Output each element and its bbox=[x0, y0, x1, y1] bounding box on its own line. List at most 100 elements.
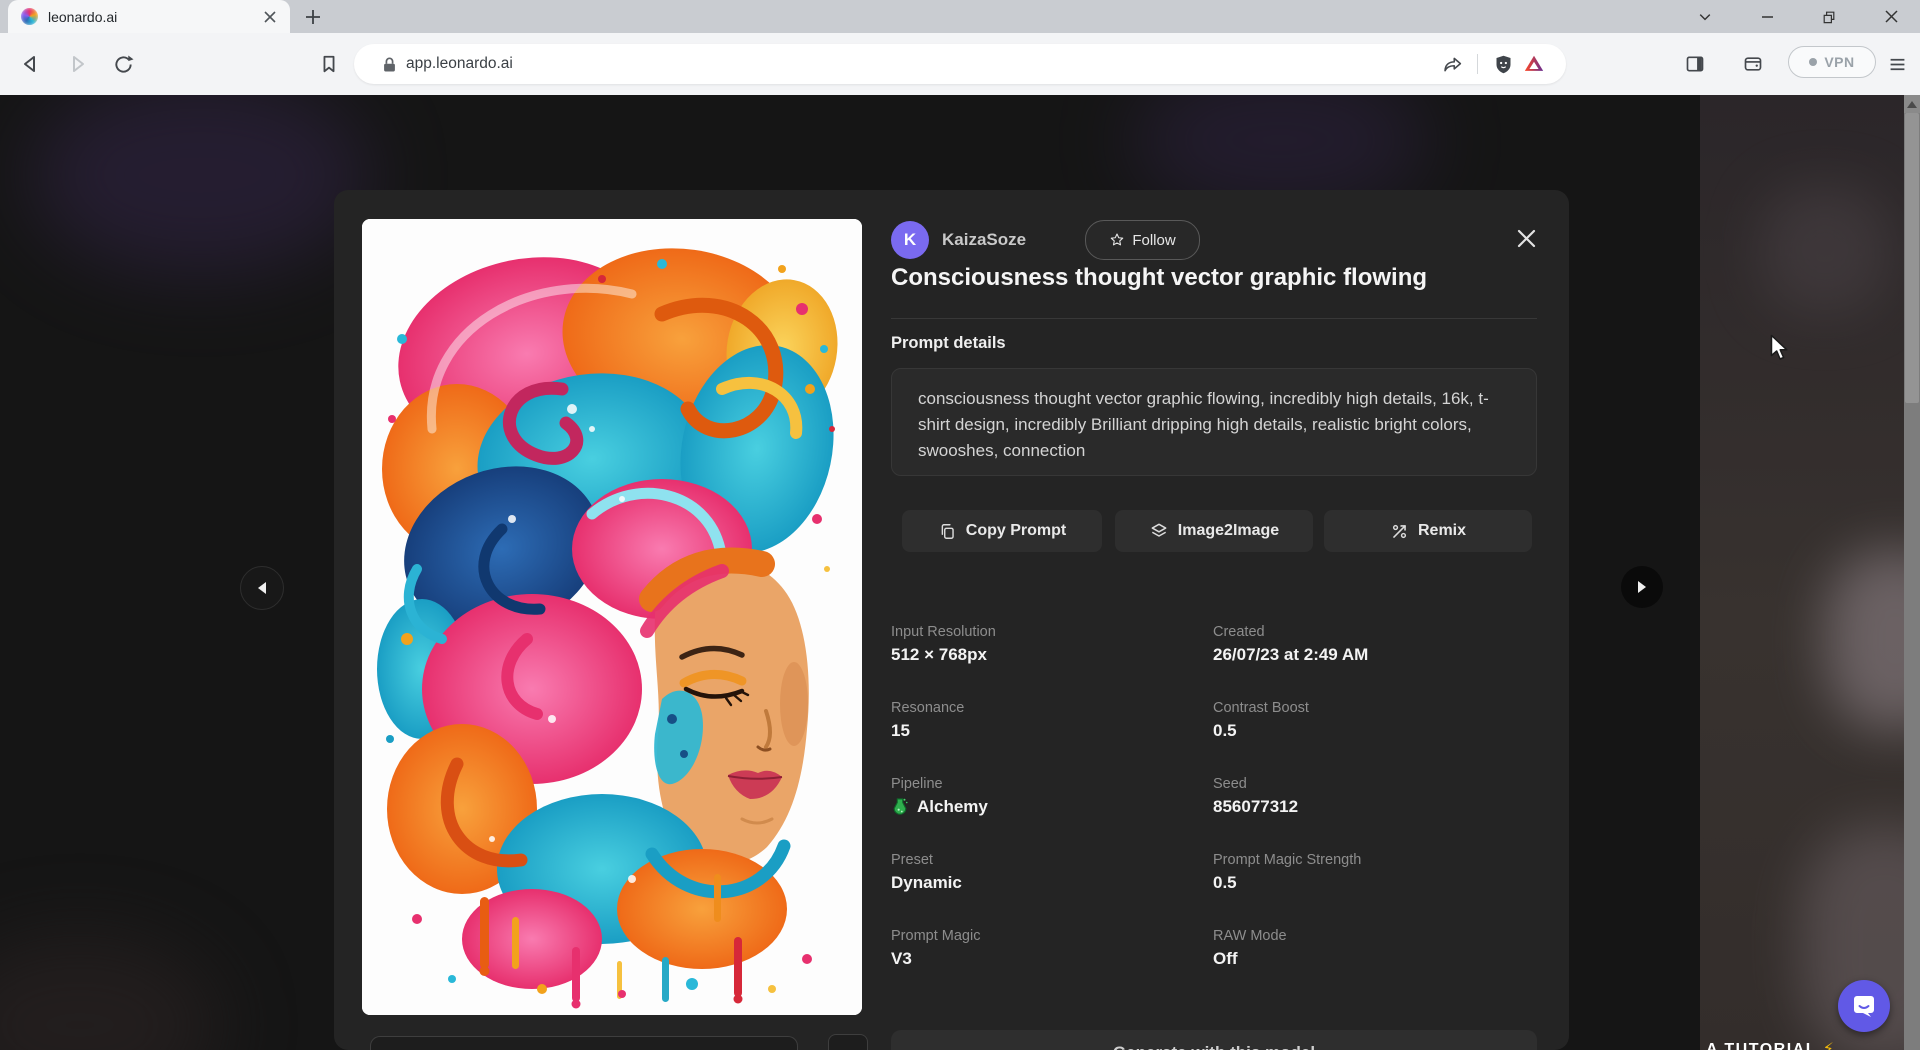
copy-icon bbox=[938, 522, 957, 541]
image-title: Consciousness thought vector graphic flo… bbox=[891, 264, 1537, 292]
detail-prompt-magic-strength: Prompt Magic Strength 0.5 bbox=[1213, 852, 1539, 893]
detail-input-resolution: Input Resolution 512 × 768px bbox=[891, 624, 1213, 665]
blurred-thumbnail bbox=[1825, 550, 1904, 730]
tab-close-button[interactable] bbox=[256, 3, 284, 31]
detail-pipeline: Pipeline Alchemy bbox=[891, 776, 1213, 817]
image-action-button-clipped[interactable] bbox=[828, 1034, 868, 1050]
divider bbox=[891, 318, 1537, 319]
brave-rewards-button[interactable] bbox=[1518, 49, 1550, 79]
close-icon bbox=[1884, 9, 1899, 24]
vpn-status-dot bbox=[1809, 58, 1817, 66]
avatar-initial: K bbox=[904, 230, 916, 250]
window-restore-button[interactable] bbox=[1812, 3, 1846, 30]
follow-button[interactable]: Follow bbox=[1085, 220, 1200, 260]
bookmark-icon bbox=[319, 54, 339, 74]
new-tab-button[interactable] bbox=[300, 4, 326, 30]
forward-icon bbox=[66, 53, 88, 75]
urlbar-actions bbox=[1437, 49, 1550, 79]
background-feed-strip bbox=[1700, 95, 1904, 1050]
url-bar[interactable]: app.leonardo.ai bbox=[354, 44, 1566, 84]
detail-preset: Preset Dynamic bbox=[891, 852, 1213, 893]
minimize-icon bbox=[1760, 9, 1775, 24]
remix-label: Remix bbox=[1418, 522, 1466, 540]
support-chat-button[interactable] bbox=[1838, 980, 1890, 1032]
brave-shield-icon bbox=[1493, 54, 1514, 75]
divider bbox=[1477, 54, 1478, 74]
previous-image-button[interactable] bbox=[240, 566, 284, 610]
remix-icon bbox=[1390, 522, 1409, 541]
vpn-label: VPN bbox=[1824, 54, 1854, 70]
page-content: K KaizaSoze Follow Consciousness thought… bbox=[0, 95, 1920, 1050]
detail-contrast-boost: Contrast Boost 0.5 bbox=[1213, 700, 1539, 741]
copy-prompt-label: Copy Prompt bbox=[966, 522, 1066, 540]
window-minimize-button[interactable] bbox=[1750, 3, 1784, 30]
avatar[interactable]: K bbox=[891, 221, 929, 259]
vpn-button[interactable]: VPN bbox=[1788, 46, 1876, 78]
reload-button[interactable] bbox=[106, 47, 140, 81]
generation-details-grid: Input Resolution 512 × 768px Created 26/… bbox=[891, 624, 1539, 969]
page-scrollbar[interactable] bbox=[1904, 95, 1920, 1050]
brave-shields-button[interactable] bbox=[1488, 49, 1518, 79]
browser-tab[interactable]: leonardo.ai bbox=[8, 0, 290, 33]
chevron-down-icon bbox=[1697, 9, 1713, 25]
prompt-text-box: consciousness thought vector graphic flo… bbox=[891, 368, 1537, 476]
remix-button[interactable]: Remix bbox=[1324, 510, 1532, 552]
bookmark-button[interactable] bbox=[312, 47, 346, 81]
detail-resonance: Resonance 15 bbox=[891, 700, 1213, 741]
close-icon bbox=[264, 11, 276, 23]
modal-close-button[interactable] bbox=[1506, 218, 1546, 258]
author-name[interactable]: KaizaSoze bbox=[942, 230, 1026, 250]
prompt-details-heading: Prompt details bbox=[891, 334, 1006, 353]
detail-seed: Seed 856077312 bbox=[1213, 776, 1539, 817]
back-button[interactable] bbox=[14, 47, 48, 81]
chevron-left-icon bbox=[256, 581, 268, 595]
chat-bubble-icon bbox=[1851, 993, 1877, 1019]
browser-toolbar: app.leonardo.ai bbox=[0, 33, 1920, 96]
plus-icon bbox=[305, 9, 321, 25]
window-close-button[interactable] bbox=[1874, 3, 1908, 30]
generate-with-model-button[interactable]: Generate with this model bbox=[891, 1030, 1537, 1050]
lock-icon bbox=[381, 56, 398, 73]
forward-button[interactable] bbox=[60, 47, 94, 81]
sidebar-toggle-button[interactable] bbox=[1678, 47, 1712, 81]
tab-strip: leonardo.ai bbox=[0, 0, 1920, 33]
follow-label: Follow bbox=[1132, 232, 1175, 249]
scroll-up-arrow-icon bbox=[1907, 101, 1917, 108]
spark-icon: ⚡ bbox=[1823, 1041, 1836, 1050]
chevron-right-icon bbox=[1636, 580, 1648, 594]
leonardo-favicon bbox=[21, 8, 38, 25]
detail-created: Created 26/07/23 at 2:49 AM bbox=[1213, 624, 1539, 665]
close-icon bbox=[1516, 228, 1537, 249]
tab-search-button[interactable] bbox=[1688, 3, 1722, 30]
scrollbar-up-button[interactable] bbox=[1904, 95, 1920, 113]
background-haze bbox=[0, 935, 220, 1050]
blurred-thumbnail bbox=[1760, 185, 1890, 315]
browser-menu-button[interactable] bbox=[1880, 47, 1914, 81]
background-haze bbox=[30, 95, 370, 275]
reload-icon bbox=[113, 54, 134, 75]
alchemy-potion-icon bbox=[891, 797, 909, 817]
next-image-button[interactable] bbox=[1621, 566, 1663, 608]
image-detail-modal: K KaizaSoze Follow Consciousness thought… bbox=[334, 190, 1569, 1050]
watermark-text: A TUTORIAL ⚡ bbox=[1706, 1039, 1835, 1050]
copy-prompt-button[interactable]: Copy Prompt bbox=[902, 510, 1102, 552]
hamburger-menu-icon bbox=[1888, 55, 1907, 74]
generate-label: Generate with this model bbox=[1113, 1043, 1315, 1050]
screen: leonardo.ai bbox=[0, 0, 1920, 1050]
layers-icon bbox=[1149, 521, 1169, 541]
image-toolbar-clipped[interactable] bbox=[370, 1036, 798, 1050]
back-icon bbox=[20, 53, 42, 75]
bat-triangle-icon bbox=[1523, 53, 1545, 75]
tab-title: leonardo.ai bbox=[48, 9, 256, 25]
share-button[interactable] bbox=[1437, 49, 1467, 79]
mouse-cursor bbox=[1770, 334, 1793, 361]
image2image-button[interactable]: Image2Image bbox=[1115, 510, 1313, 552]
image2image-label: Image2Image bbox=[1178, 522, 1279, 540]
sidebar-panel-icon bbox=[1685, 54, 1705, 74]
scrollbar-thumb[interactable] bbox=[1905, 113, 1919, 403]
wallet-icon bbox=[1743, 54, 1763, 74]
share-icon bbox=[1442, 54, 1463, 75]
star-icon bbox=[1109, 232, 1125, 248]
detail-prompt-magic: Prompt Magic V3 bbox=[891, 928, 1213, 969]
brave-wallet-button[interactable] bbox=[1736, 47, 1770, 81]
